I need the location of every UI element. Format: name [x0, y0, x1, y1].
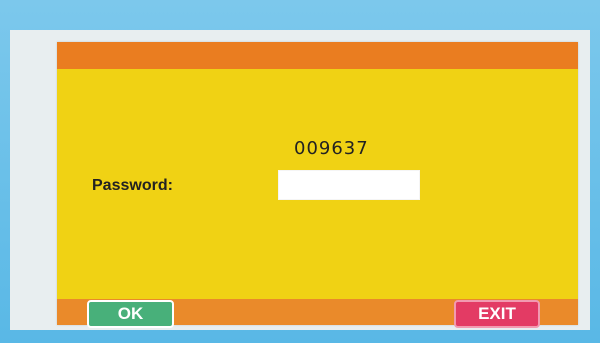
exit-button[interactable]: EXIT: [454, 300, 540, 328]
password-input[interactable]: [278, 170, 420, 200]
password-label: Password:: [92, 177, 173, 194]
device-code: 009637: [294, 138, 369, 159]
ok-button[interactable]: OK: [87, 300, 174, 328]
title-bar: [57, 42, 578, 69]
password-dialog: 009637 Password: OK EXIT: [57, 42, 578, 328]
